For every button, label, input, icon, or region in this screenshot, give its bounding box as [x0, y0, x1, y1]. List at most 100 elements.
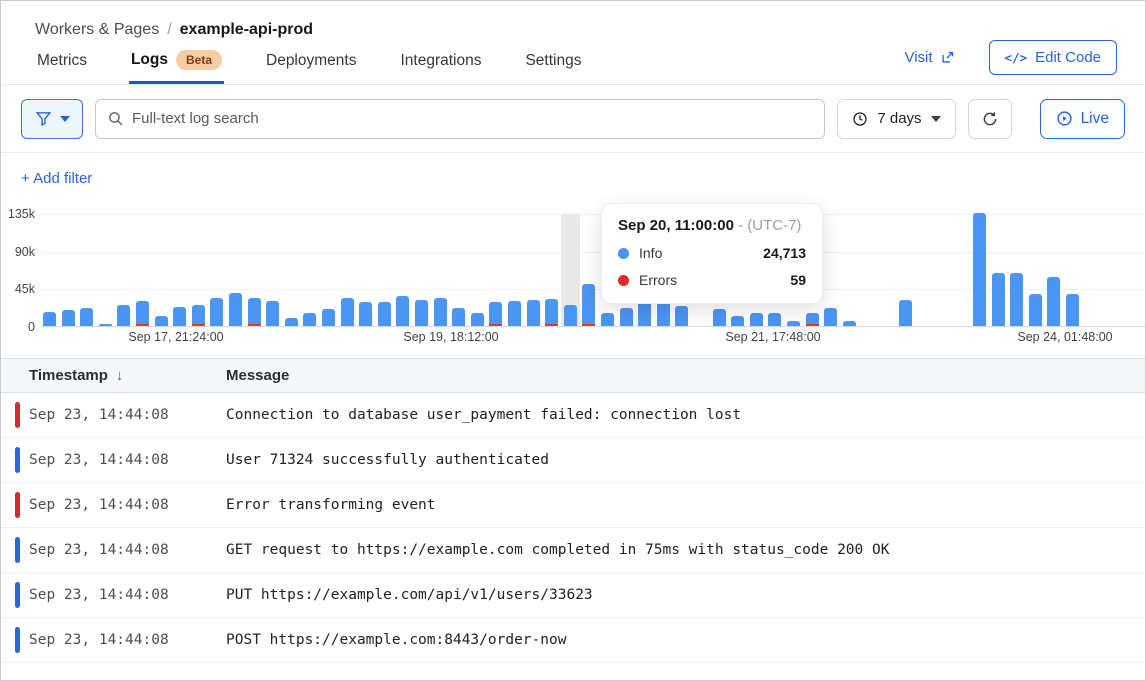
filter-bar: 7 days Live — [1, 85, 1145, 153]
chart-bar[interactable] — [582, 284, 595, 326]
external-link-icon — [940, 50, 955, 65]
breadcrumb-section[interactable]: Workers & Pages — [35, 21, 159, 39]
sort-down-icon[interactable]: ↓ — [116, 367, 124, 384]
chart-bar[interactable] — [117, 305, 130, 326]
search-input[interactable] — [95, 99, 825, 139]
chart-bar[interactable] — [434, 298, 447, 326]
chart-bar[interactable] — [285, 318, 298, 326]
tab-logs[interactable]: Logs Beta — [129, 38, 224, 84]
chart-bar[interactable] — [62, 310, 75, 326]
chart-bar[interactable] — [192, 305, 205, 326]
chart-bar[interactable] — [899, 300, 912, 326]
log-table-body: Sep 23, 14:44:08 Connection to database … — [1, 393, 1145, 663]
live-button[interactable]: Live — [1040, 99, 1125, 139]
log-table-row[interactable]: Sep 23, 14:44:08 GET request to https://… — [1, 528, 1145, 573]
code-icon: </> — [1005, 50, 1028, 65]
log-table-row[interactable]: Sep 23, 14:44:08 User 71324 successfully… — [1, 438, 1145, 483]
log-message: PUT https://example.com/api/v1/users/336… — [226, 587, 593, 603]
edit-code-button[interactable]: </> Edit Code — [989, 40, 1117, 75]
tab-settings[interactable]: Settings — [523, 40, 583, 84]
log-timestamp: Sep 23, 14:44:08 — [29, 632, 226, 648]
chart-bar[interactable] — [787, 321, 800, 326]
chart-bar[interactable] — [173, 307, 186, 326]
chart-bar[interactable] — [378, 302, 391, 326]
chart-bar[interactable] — [527, 300, 540, 326]
chart-bar[interactable] — [1066, 294, 1079, 326]
chart-bar[interactable] — [266, 301, 279, 326]
refresh-button[interactable] — [968, 99, 1012, 139]
x-axis-tick: Sep 21, 17:48:00 — [725, 330, 820, 344]
column-header-message[interactable]: Message — [226, 367, 289, 384]
chart-bar[interactable] — [731, 316, 744, 326]
chart-bar[interactable] — [620, 308, 633, 326]
chart-bar[interactable] — [99, 324, 112, 326]
chart-bar[interactable] — [768, 313, 781, 326]
x-axis-tick: Sep 19, 18:12:00 — [403, 330, 498, 344]
y-axis-tick: 90k — [1, 245, 35, 259]
breadcrumb-current: example-api-prod — [180, 21, 313, 39]
chart-bar[interactable] — [489, 302, 502, 326]
chart-bar-error-segment — [582, 324, 595, 327]
chart-bar[interactable] — [322, 309, 335, 326]
log-table-row[interactable]: Sep 23, 14:44:08 PUT https://example.com… — [1, 573, 1145, 618]
info-dot-icon — [618, 248, 629, 259]
tab-metrics[interactable]: Metrics — [35, 40, 89, 84]
visit-link[interactable]: Visit — [904, 49, 954, 66]
add-filter-button[interactable]: + Add filter — [21, 170, 92, 187]
chart-bar[interactable] — [80, 308, 93, 326]
add-filter-row: + Add filter — [1, 153, 1145, 206]
tab-integrations[interactable]: Integrations — [398, 40, 483, 84]
severity-indicator — [15, 402, 20, 428]
chart-bar[interactable] — [396, 296, 409, 326]
chart-bar[interactable] — [136, 301, 149, 326]
time-range-dropdown[interactable]: 7 days — [837, 99, 955, 139]
chart-bar[interactable] — [806, 313, 819, 326]
chart-bar[interactable] — [545, 299, 558, 326]
tab-deployments[interactable]: Deployments — [264, 40, 358, 84]
log-message: POST https://example.com:8443/order-now — [226, 632, 566, 648]
log-message: User 71324 successfully authenticated — [226, 452, 549, 468]
chart-bar[interactable] — [750, 313, 763, 326]
chart-bar[interactable] — [601, 313, 614, 326]
chart-bar[interactable] — [471, 313, 484, 326]
y-axis-tick: 0 — [1, 320, 35, 334]
chart-bar[interactable] — [359, 302, 372, 326]
column-header-timestamp[interactable]: Timestamp ↓ — [1, 367, 226, 384]
chart-bar[interactable] — [415, 300, 428, 326]
log-table-row[interactable]: Sep 23, 14:44:08 Connection to database … — [1, 393, 1145, 438]
chart-bar[interactable] — [210, 298, 223, 326]
chart-bar[interactable] — [303, 313, 316, 326]
severity-indicator — [15, 537, 20, 563]
chart-bar-error-segment — [545, 324, 558, 327]
log-table-row[interactable]: Sep 23, 14:44:08 Error transforming even… — [1, 483, 1145, 528]
chart-bar[interactable] — [824, 308, 837, 326]
chart-bar[interactable] — [564, 305, 577, 326]
chart-bar[interactable] — [248, 298, 261, 326]
log-timestamp: Sep 23, 14:44:08 — [29, 407, 226, 423]
chart-bar[interactable] — [155, 316, 168, 326]
chart-bar[interactable] — [452, 308, 465, 326]
chart-bar[interactable] — [1047, 277, 1060, 326]
chart-bar[interactable] — [508, 301, 521, 326]
filter-dropdown-button[interactable] — [21, 99, 83, 139]
chart-bar[interactable] — [675, 306, 688, 326]
tooltip-errors-row: Errors 59 — [618, 272, 806, 288]
chart-bar[interactable] — [1029, 294, 1042, 326]
refresh-icon — [981, 110, 999, 128]
chart-bar[interactable] — [713, 309, 726, 326]
chart-bar[interactable] — [973, 213, 986, 326]
chart-bar[interactable] — [43, 312, 56, 326]
chart-bar[interactable] — [843, 321, 856, 326]
errors-dot-icon — [618, 275, 629, 286]
chart-bar[interactable] — [341, 298, 354, 326]
log-table-row[interactable]: Sep 23, 14:44:08 POST https://example.co… — [1, 618, 1145, 663]
chart-bar[interactable] — [638, 301, 651, 326]
search-box — [95, 99, 825, 139]
chart-bar[interactable] — [229, 293, 242, 326]
chart-bar-error-segment — [489, 324, 502, 327]
chart-bar-error-segment — [192, 324, 205, 327]
chart-bar[interactable] — [1010, 273, 1023, 326]
chart-bar[interactable] — [992, 273, 1005, 326]
chart-bar-error-segment — [248, 324, 261, 327]
log-timestamp: Sep 23, 14:44:08 — [29, 497, 226, 513]
